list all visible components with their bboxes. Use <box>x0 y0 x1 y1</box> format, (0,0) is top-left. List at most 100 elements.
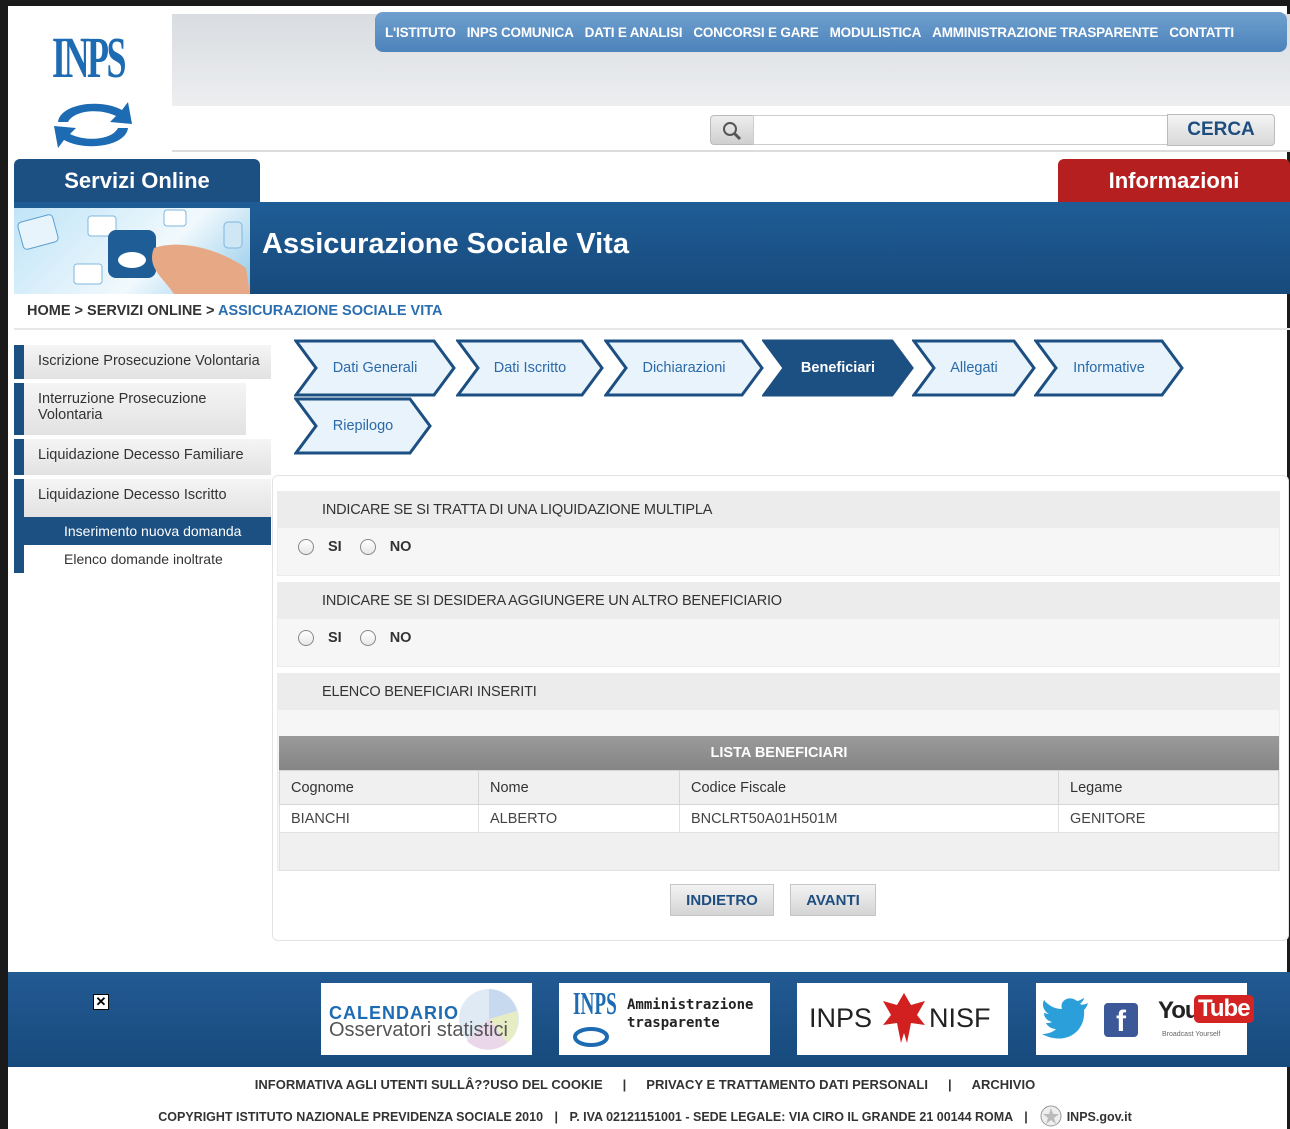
breadcrumb: HOME > SERVIZI ONLINE > ASSICURAZIONE SO… <box>27 303 442 319</box>
inps-logo[interactable]: INPS <box>14 14 172 154</box>
top-navigation: L'ISTITUTO INPS COMUNICA DATI E ANALISI … <box>375 12 1287 52</box>
banner-image <box>14 208 250 294</box>
breadcrumb-separator: > <box>74 303 83 319</box>
cell-legame: GENITORE <box>1058 804 1279 833</box>
footer-link-cookie[interactable]: INFORMATIVA AGLI UTENTI SULLÂ??USO DEL C… <box>255 1077 603 1092</box>
breadcrumb-servizi-online[interactable]: SERVIZI ONLINE <box>87 303 202 319</box>
logo-text: INPS <box>52 25 127 90</box>
footer-separator: | <box>1024 1110 1028 1124</box>
twitter-icon[interactable] <box>1042 997 1090 1039</box>
question-liquidazione-multipla: INDICARE SE SI TRATTA DI UNA LIQUIDAZION… <box>277 491 1280 576</box>
next-button[interactable]: AVANTI <box>790 884 876 916</box>
wizard-step-label: Beneficiari <box>800 360 876 376</box>
wizard-step-riepilogo[interactable]: Riepilogo <box>294 397 432 455</box>
banner-inps-nisf[interactable]: INPS NISF <box>797 983 1008 1055</box>
banner-amministrazione-line2: trasparente <box>627 1015 720 1031</box>
wizard-step-dati-iscritto[interactable]: Dati Iscritto <box>456 339 604 397</box>
search-button[interactable]: CERCA <box>1167 114 1275 146</box>
col-codice-fiscale: Codice Fiscale <box>679 770 1059 805</box>
wizard-step-label: Dichiarazioni <box>642 360 726 376</box>
youtube-icon[interactable]: Tube <box>1194 995 1254 1023</box>
radio-label-si: SI <box>328 630 342 646</box>
table: Cognome Nome Codice Fiscale Legame BIANC… <box>279 770 1279 833</box>
question-options: SI NO <box>278 528 1279 566</box>
sidebar-item-iscrizione[interactable]: Iscrizione Prosecuzione Volontaria <box>14 345 271 379</box>
wizard-step-label: Riepilogo <box>332 418 394 434</box>
banner-calendario-subtitle: Osservatori statistici <box>329 1019 508 1041</box>
wizard-step-beneficiari[interactable]: Beneficiari <box>762 339 914 397</box>
table-title: LISTA BENEFICIARI <box>279 736 1279 770</box>
nav-amministrazione-trasparente[interactable]: AMMINISTRAZIONE TRASPARENTE <box>932 25 1158 40</box>
nav-dati-analisi[interactable]: DATI E ANALISI <box>585 25 683 40</box>
section-title: ELENCO BENEFICIARI INSERITI <box>278 674 1279 710</box>
tab-informazioni[interactable]: Informazioni <box>1058 159 1290 203</box>
radio-label-no: NO <box>389 630 412 646</box>
radio-no[interactable] <box>359 539 376 555</box>
sidebar-subitem-inserimento[interactable]: Inserimento nuova domanda <box>24 517 271 545</box>
search-input[interactable] <box>753 115 1168 145</box>
wizard-step-allegati[interactable]: Allegati <box>912 339 1036 397</box>
nav-contatti[interactable]: CONTATTI <box>1169 25 1234 40</box>
divider <box>14 328 1290 330</box>
nav-concorsi-gare[interactable]: CONCORSI E GARE <box>693 25 818 40</box>
eagle-emblem-icon <box>883 993 925 1043</box>
youtube-you[interactable]: You <box>1158 997 1200 1025</box>
wizard-step-dati-generali[interactable]: Dati Generali <box>294 339 456 397</box>
cell-codice-fiscale: BNCLRT50A01H501M <box>679 804 1059 833</box>
banner-calendario[interactable]: CALENDARIO Osservatori statistici <box>321 983 532 1055</box>
banner-inps-logo: INPS <box>573 985 617 1021</box>
breadcrumb-current: ASSICURAZIONE SOCIALE VITA <box>217 303 443 319</box>
tab-servizi-online[interactable]: Servizi Online <box>14 159 260 203</box>
wizard-step-informative[interactable]: Informative <box>1034 339 1184 397</box>
banner-nisf-right: NISF <box>929 1003 991 1033</box>
logo-arrows-icon <box>573 1027 609 1047</box>
page-title: Assicurazione Sociale Vita <box>262 228 629 260</box>
question-altro-beneficiario: INDICARE SE SI DESIDERA AGGIUNGERE UN AL… <box>277 582 1280 667</box>
footer-link-privacy[interactable]: PRIVACY E TRATTAMENTO DATI PERSONALI <box>646 1077 928 1092</box>
copyright-text: COPYRIGHT ISTITUTO NAZIONALE PREVIDENZA … <box>158 1110 544 1124</box>
wizard-step-label: Informative <box>1073 360 1145 376</box>
footer-link-archivio[interactable]: ARCHIVIO <box>972 1077 1036 1092</box>
banner-amministrazione-line1: Amministrazione <box>627 997 754 1013</box>
back-button[interactable]: INDIETRO <box>670 884 774 916</box>
col-legame: Legame <box>1058 770 1279 805</box>
col-nome: Nome <box>478 770 680 805</box>
banner-amministrazione-trasparente[interactable]: INPS Amministrazione trasparente <box>559 983 770 1055</box>
sidebar-group-liquidazione-iscritto: Liquidazione Decesso Iscritto Inseriment… <box>14 479 271 573</box>
breadcrumb-home[interactable]: HOME <box>27 303 71 319</box>
gov-link[interactable]: INPS.gov.it <box>1067 1110 1132 1124</box>
close-icon[interactable]: ✕ <box>93 994 109 1010</box>
col-cognome: Cognome <box>279 770 479 805</box>
footer-links: INFORMATIVA AGLI UTENTI SULLÂ??USO DEL C… <box>0 1077 1290 1092</box>
nav-istituto[interactable]: L'ISTITUTO <box>385 25 456 40</box>
footer-separator: | <box>947 1077 952 1092</box>
wizard-step-label: Dati Iscritto <box>493 360 567 376</box>
gov-emblem-icon <box>1040 1105 1062 1127</box>
wizard-step-dichiarazioni[interactable]: Dichiarazioni <box>604 339 764 397</box>
sidebar: Iscrizione Prosecuzione Volontaria Inter… <box>14 345 271 573</box>
question-options: SI NO <box>278 619 1279 657</box>
wizard-step-label: Allegati <box>950 360 998 376</box>
youtube-tagline: Broadcast Yourself <box>1162 1031 1221 1038</box>
sidebar-item-interruzione[interactable]: Interruzione Prosecuzione Volontaria <box>14 383 246 435</box>
table-row[interactable]: BIANCHI ALBERTO BNCLRT50A01H501M GENITOR… <box>279 804 1279 833</box>
sidebar-subitem-elenco[interactable]: Elenco domande inoltrate <box>24 545 271 573</box>
sidebar-item-liquidazione-familiare[interactable]: Liquidazione Decesso Familiare <box>14 439 271 475</box>
radio-si[interactable] <box>298 539 314 555</box>
nav-inps-comunica[interactable]: INPS COMUNICA <box>467 25 574 40</box>
search-icon[interactable] <box>710 115 754 145</box>
radio-si[interactable] <box>298 630 314 646</box>
banner-social: f You Tube Broadcast Yourself <box>1036 983 1254 1055</box>
logo-arrows-icon <box>54 102 132 148</box>
facebook-icon[interactable]: f <box>1104 1003 1138 1038</box>
sidebar-item-liquidazione-iscritto[interactable]: Liquidazione Decesso Iscritto <box>24 479 271 517</box>
banner-nisf-left: INPS <box>809 1003 873 1033</box>
table-footer <box>279 833 1279 871</box>
cell-nome: ALBERTO <box>478 804 680 833</box>
nav-modulistica[interactable]: MODULISTICA <box>830 25 922 40</box>
radio-no[interactable] <box>359 630 376 646</box>
wizard-step-label: Dati Generali <box>332 360 418 376</box>
breadcrumb-separator: > <box>206 303 215 319</box>
table-header-row: Cognome Nome Codice Fiscale Legame <box>279 770 1279 805</box>
radio-label-no: NO <box>389 539 412 555</box>
